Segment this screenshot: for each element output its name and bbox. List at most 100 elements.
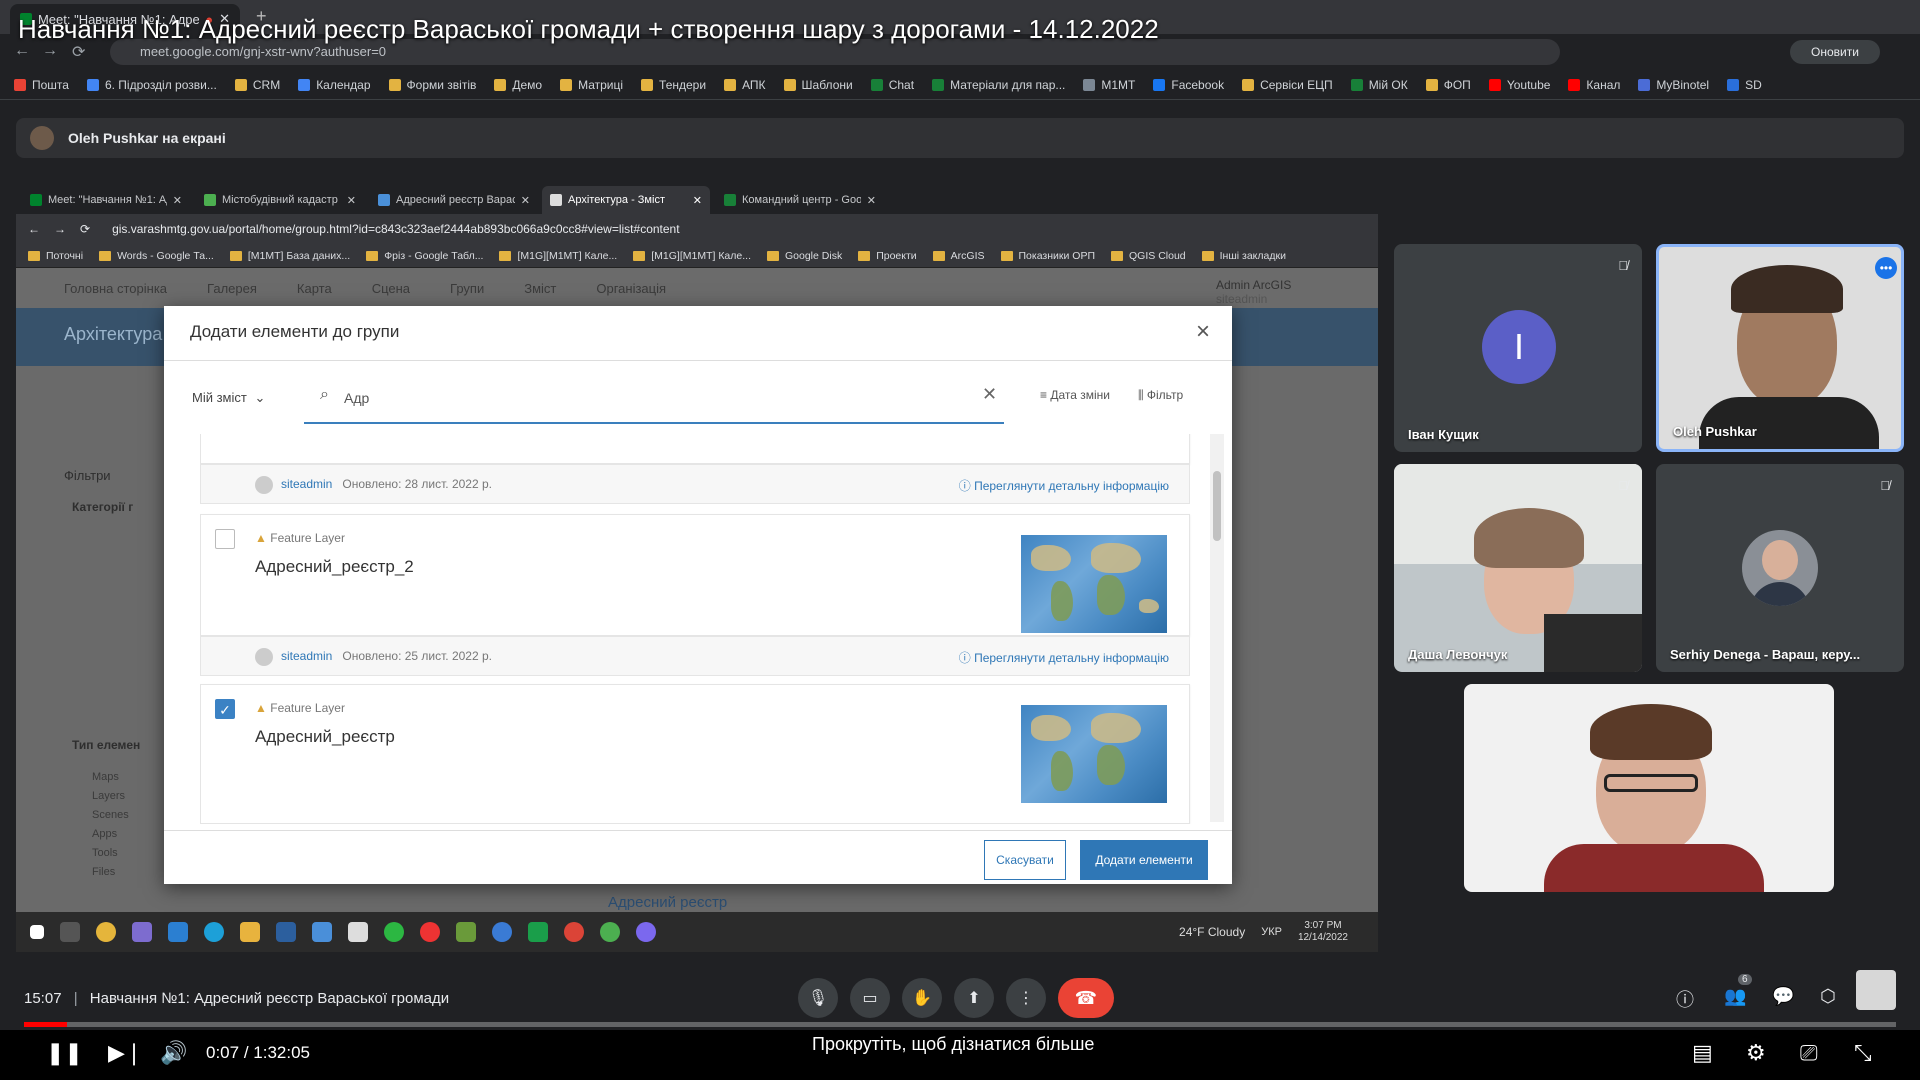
bookmark-item[interactable]: Показники ОРП <box>1000 250 1095 262</box>
bookmark-item[interactable]: Проекти <box>858 250 917 262</box>
inner-tab[interactable]: Командний центр - Google Таб ✕ <box>716 186 884 214</box>
windows-start-icon[interactable] <box>30 925 44 939</box>
bookmark-item[interactable]: Канал <box>1568 78 1620 92</box>
more-options-button[interactable]: ⋮ <box>1006 978 1046 1018</box>
chrome-icon[interactable] <box>564 922 584 942</box>
opera-icon[interactable] <box>420 922 440 942</box>
bookmark-item[interactable]: Тендери <box>641 78 706 92</box>
raise-hand-button[interactable]: ✋ <box>902 978 942 1018</box>
bookmark-item[interactable]: Chat <box>870 78 914 92</box>
info-icon[interactable]: ⓘ <box>1676 986 1694 1012</box>
exit-fullscreen-icon[interactable]: ⤡ <box>1854 1040 1872 1066</box>
type-filter-item[interactable]: Apps <box>92 825 129 844</box>
update-button[interactable]: Оновити <box>1790 40 1880 64</box>
arcgis-nav-item[interactable]: Галерея <box>207 281 257 296</box>
bookmark-item[interactable]: Youtube <box>1488 78 1550 92</box>
bookmark-item[interactable]: SD <box>1727 78 1762 92</box>
notepad-icon[interactable] <box>348 922 368 942</box>
add-items-button[interactable]: Додати елементи <box>1080 840 1208 880</box>
edge-icon[interactable] <box>204 922 224 942</box>
inner-tab[interactable]: Містобудівний кадастр | Геоінф ✕ <box>196 186 364 214</box>
bookmark-item[interactable]: Фріз - Google Табл... <box>366 250 483 262</box>
details-link[interactable]: ⓘ Переглянути детальну інформацію <box>959 649 1169 666</box>
more-options-icon[interactable]: ••• <box>1875 257 1897 279</box>
details-link[interactable]: ⓘ Переглянути детальну інформацію <box>959 477 1169 494</box>
arcgis-user[interactable]: Admin ArcGIS siteadmin <box>1216 278 1291 306</box>
item-title[interactable]: Адресний_реєстр_2 <box>255 557 414 577</box>
close-tab-icon[interactable]: ✕ <box>173 194 182 207</box>
language[interactable]: УКР <box>1261 926 1282 938</box>
arcgis-nav-item[interactable]: Головна сторінка <box>64 281 167 296</box>
cast-icon[interactable]: ⎚ <box>1800 1040 1818 1066</box>
cancel-button[interactable]: Скасувати <box>984 840 1066 880</box>
inner-tab[interactable]: Meet: "Навчання №1: Адре ✕ <box>22 186 190 214</box>
bookmark-item[interactable]: Facebook <box>1153 78 1224 92</box>
outer-url[interactable]: meet.google.com/gnj-xstr-wnv?authuser=0 <box>140 44 386 59</box>
reload-icon[interactable]: ⟳ <box>72 42 85 62</box>
scrollbar-thumb[interactable] <box>1213 471 1221 541</box>
bookmark-item[interactable]: CRM <box>234 78 280 92</box>
inner-tab[interactable]: Адресний реєстр Вараської міс ✕ <box>370 186 538 214</box>
end-call-button[interactable]: ☎ <box>1058 978 1114 1018</box>
bookmark-item[interactable]: Google Disk <box>767 250 842 262</box>
chat-icon[interactable]: 💬 <box>1772 986 1794 1007</box>
inner-forward-icon[interactable]: → <box>54 222 66 236</box>
bookmark-item[interactable]: Інші закладки <box>1201 250 1286 262</box>
participant-tile[interactable]: 🎙̸ Даша Левончук <box>1394 464 1642 672</box>
bookmark-item[interactable]: 6. Підрозділ розви... <box>86 78 217 92</box>
settings-icon[interactable]: ⚙ <box>1746 1040 1766 1066</box>
list-item[interactable]: ▲ Feature Layer Адресний_реєстр_2 <box>200 514 1190 636</box>
arcgis-nav-item[interactable]: Сцена <box>372 281 410 296</box>
next-icon[interactable]: ▶❘ <box>108 1040 143 1066</box>
bookmark-item[interactable]: MyBinotel <box>1638 78 1709 92</box>
chrome-icon[interactable] <box>96 922 116 942</box>
bookmark-item[interactable]: Сервіси ЕЦП <box>1242 78 1333 92</box>
arcgis-nav-item[interactable]: Зміст <box>524 281 556 296</box>
pause-icon[interactable]: ❚❚ <box>46 1040 83 1066</box>
owner-link[interactable]: siteadmin <box>281 649 332 663</box>
close-tab-icon[interactable]: ✕ <box>347 194 356 207</box>
inner-back-icon[interactable]: ← <box>28 222 40 236</box>
item-checkbox-checked[interactable]: ✓ <box>215 699 235 719</box>
microphone-button[interactable]: 🎙 <box>798 978 838 1018</box>
bookmark-item[interactable]: АПК <box>724 78 766 92</box>
bookmark-item[interactable]: [M1MT] База даних... <box>229 250 350 262</box>
app-icon[interactable] <box>456 922 476 942</box>
viber-icon[interactable] <box>636 922 656 942</box>
bookmark-item[interactable]: ArcGIS <box>932 250 985 262</box>
sort-button[interactable]: ≡ Дата зміни <box>1040 388 1110 402</box>
vscode-icon[interactable] <box>168 922 188 942</box>
type-filter-item[interactable]: Scenes <box>92 806 129 825</box>
bookmark-item[interactable]: Поточні <box>28 250 83 262</box>
close-tab-icon[interactable]: ✕ <box>867 194 876 207</box>
inner-url[interactable]: gis.varashmtg.gov.ua/portal/home/group.h… <box>112 222 680 236</box>
present-button[interactable]: ⬆ <box>954 978 994 1018</box>
app-icon[interactable] <box>492 922 512 942</box>
bookmark-item[interactable]: M1MT <box>1083 78 1135 92</box>
clock[interactable]: 3:07 PM 12/14/2022 <box>1298 920 1348 944</box>
bookmark-item[interactable]: ФОП <box>1425 78 1471 92</box>
bookmark-item[interactable]: [M1G][M1MT] Кале... <box>633 250 751 262</box>
participant-tile[interactable]: 🎙̸ Serhiy Denega - Вараш, кeру... <box>1656 464 1904 672</box>
participant-tile-speaking[interactable]: ••• Oleh Pushkar <box>1656 244 1904 452</box>
list-item[interactable]: ✓ ▲ Feature Layer Адресний_реєстр <box>200 684 1190 824</box>
search-input[interactable] <box>304 362 1004 424</box>
participant-tile[interactable] <box>1464 684 1834 892</box>
type-filter[interactable]: Тип елемен <box>72 738 140 752</box>
weather[interactable]: 24°F Cloudy <box>1179 925 1245 939</box>
self-view[interactable] <box>1856 970 1896 1010</box>
category-filter[interactable]: Категорії г <box>72 500 133 514</box>
activities-icon[interactable]: ⬡ <box>1820 986 1836 1007</box>
arcgis-nav-item[interactable]: Карта <box>297 281 332 296</box>
people-button[interactable]: 👥 6 <box>1724 974 1752 1007</box>
video-progress-track[interactable] <box>24 1022 1896 1027</box>
type-filter-item[interactable]: Files <box>92 863 129 882</box>
bookmark-item[interactable]: Пошта <box>14 78 69 92</box>
bookmark-item[interactable]: QGIS Cloud <box>1111 250 1186 262</box>
mail-icon[interactable] <box>312 922 332 942</box>
bookmark-item[interactable]: Демо <box>494 78 542 92</box>
arcgis-nav-item[interactable]: Групи <box>450 281 484 296</box>
close-tab-icon[interactable]: ✕ <box>693 194 702 207</box>
bookmark-item[interactable]: [M1G][M1MT] Кале... <box>499 250 617 262</box>
filter-button[interactable]: ⫼ Фільтр <box>1138 388 1183 403</box>
